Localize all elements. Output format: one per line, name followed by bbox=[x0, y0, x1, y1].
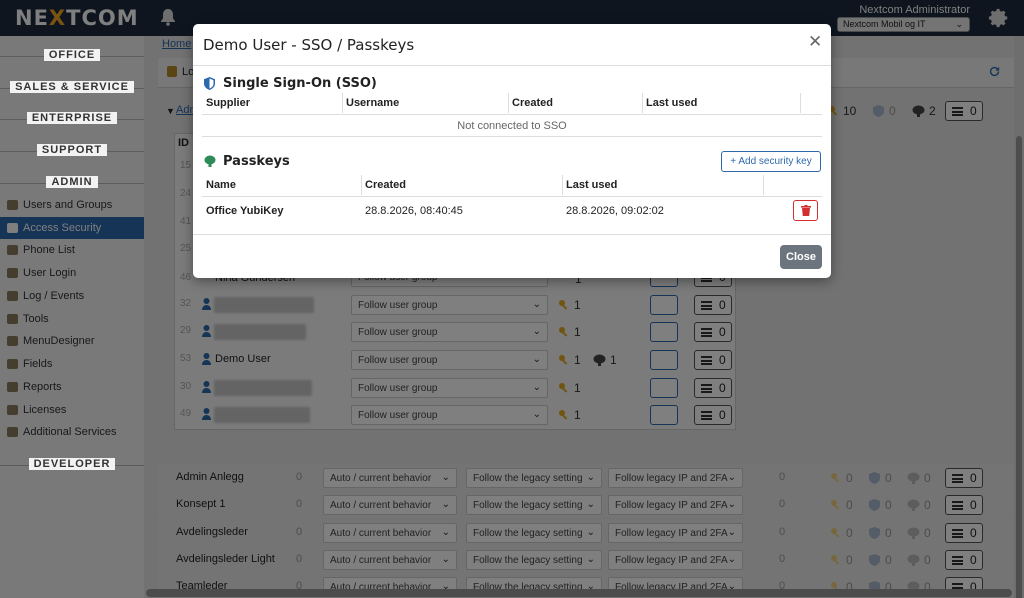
close-button[interactable]: Close bbox=[780, 245, 822, 269]
divider bbox=[193, 234, 831, 235]
passkey-last-used: 28.8.2026, 09:02:02 bbox=[566, 205, 664, 217]
section-sales-service[interactable]: SALES & SERVICE bbox=[0, 81, 144, 95]
sso-col-created: Created bbox=[512, 97, 553, 109]
divider bbox=[202, 196, 822, 197]
sso-col-last-used: Last used bbox=[646, 97, 698, 109]
passkeys-col-name: Name bbox=[206, 179, 236, 191]
sso-col-username: Username bbox=[346, 97, 400, 109]
passkey-icon bbox=[204, 155, 216, 167]
passkeys-col-created: Created bbox=[365, 179, 406, 191]
passkeys-section-title: Passkeys bbox=[223, 154, 290, 169]
passkey-created: 28.8.2026, 08:40:45 bbox=[365, 205, 463, 217]
close-icon[interactable]: ✕ bbox=[808, 33, 822, 50]
trash-icon bbox=[801, 205, 811, 216]
delete-passkey-button[interactable] bbox=[793, 200, 818, 221]
add-security-key-button[interactable]: + Add security key bbox=[721, 151, 821, 172]
divider bbox=[361, 175, 362, 195]
divider bbox=[202, 114, 822, 115]
divider bbox=[193, 65, 831, 66]
divider bbox=[642, 93, 643, 113]
divider bbox=[800, 93, 801, 113]
sso-empty-text: Not connected to SSO bbox=[457, 120, 567, 132]
sso-section-title: Single Sign-On (SSO) bbox=[223, 76, 377, 91]
modal-title: Demo User - SSO / Passkeys bbox=[203, 36, 415, 54]
sso-col-supplier: Supplier bbox=[206, 97, 251, 109]
shield-icon bbox=[204, 77, 215, 90]
passkey-name: Office YubiKey bbox=[206, 205, 284, 217]
sso-passkeys-dialog: Demo User - SSO / Passkeys ✕ Single Sign… bbox=[193, 24, 831, 278]
divider bbox=[342, 93, 343, 113]
divider bbox=[763, 175, 764, 195]
passkeys-col-last-used: Last used bbox=[566, 179, 618, 191]
divider bbox=[508, 93, 509, 113]
divider bbox=[562, 175, 563, 195]
divider bbox=[202, 136, 822, 137]
